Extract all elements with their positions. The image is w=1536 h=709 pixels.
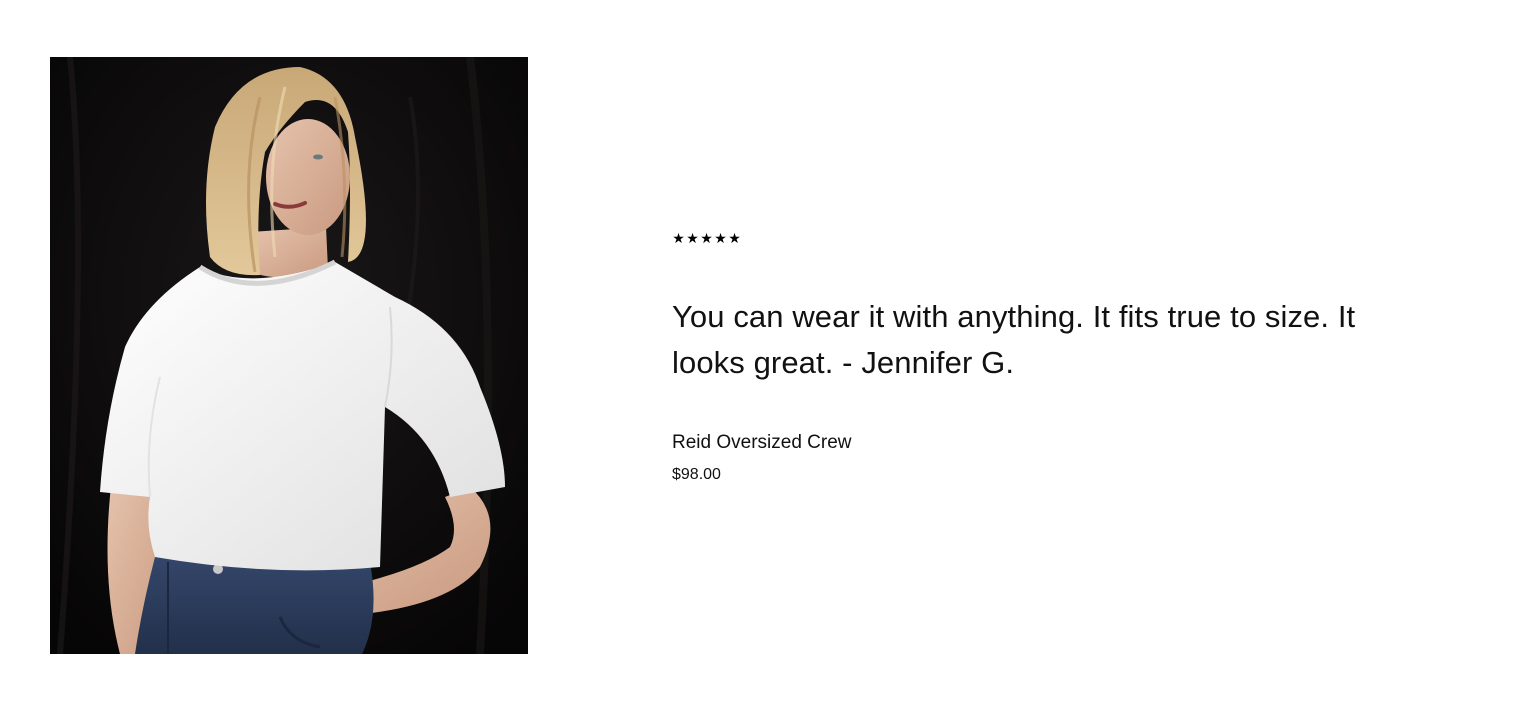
star-icon: ★ — [728, 230, 741, 246]
review-quote: You can wear it with anything. It fits t… — [672, 294, 1432, 386]
star-icon: ★ — [700, 230, 713, 246]
product-name-link[interactable]: Reid Oversized Crew — [672, 430, 852, 456]
rating-stars: ★ ★ ★ ★ ★ — [672, 228, 1432, 248]
review-block: ★ ★ ★ ★ ★ You can wear it with anything. It … — [672, 228, 1432, 486]
product-photo[interactable] — [50, 57, 528, 654]
star-icon: ★ — [672, 230, 685, 246]
review-author: Jennifer G. — [861, 345, 1015, 380]
model-image — [50, 57, 528, 654]
product-price: $98.00 — [672, 466, 721, 483]
star-icon: ★ — [686, 230, 699, 246]
testimonial-section: ★ ★ ★ ★ ★ You can wear it with anything. It … — [0, 0, 1536, 709]
star-icon: ★ — [714, 230, 727, 246]
review-separator: - — [833, 345, 862, 380]
